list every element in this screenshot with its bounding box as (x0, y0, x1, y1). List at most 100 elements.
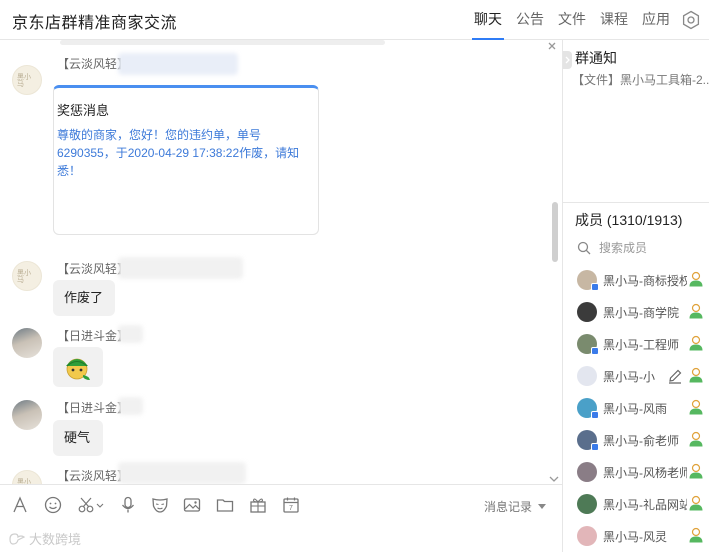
collapse-panel-button[interactable] (563, 51, 572, 69)
chevron-down-icon[interactable] (548, 472, 560, 482)
member-row[interactable]: 黑小马-风杨老师 (577, 460, 705, 484)
sender-id-redacted (118, 462, 246, 484)
member-row[interactable]: 黑小马-礼品网站 (577, 492, 705, 516)
member-role-icon (689, 527, 703, 543)
turtle-emoji-icon (66, 358, 90, 380)
member-role-icon (689, 335, 703, 351)
member-row[interactable]: 黑小马-商标授权 (577, 268, 705, 292)
history-label: 消息记录 (483, 500, 532, 514)
message-bubble[interactable]: 硬气 (53, 420, 103, 456)
message-item: 【日进斗金】 硬气 (0, 394, 540, 464)
message-bubble[interactable]: 作废了 (53, 280, 115, 316)
microphone-icon[interactable] (117, 494, 139, 516)
svg-text:7: 7 (289, 505, 293, 512)
penalty-notice-card[interactable]: 奖惩消息 尊敬的商家，您好！您的违约单，单号6290355，于2020-04-2… (53, 85, 319, 235)
member-row[interactable]: 黑小马-小 (577, 364, 705, 388)
members-count-title: 成员 (1310/1913) (575, 212, 683, 228)
sticker-bubble[interactable] (53, 347, 103, 387)
member-avatar[interactable] (577, 334, 599, 355)
settings-gear-icon[interactable] (679, 0, 703, 40)
avatar[interactable]: 黑小马 (12, 470, 42, 484)
member-role-icon (689, 271, 703, 287)
member-avatar[interactable] (577, 430, 599, 451)
group-title: 京东店群精准商家交流 (12, 15, 178, 32)
watermark: 大数跨境 (8, 529, 81, 548)
message-item: 黑小马 【云淡风轻】 (0, 462, 540, 484)
chat-header: 京东店群精准商家交流 聊天 公告 文件 课程 应用 (0, 0, 709, 40)
member-role-icon (689, 495, 703, 511)
member-name: 黑小马-商学院 (603, 305, 679, 320)
sender-id-redacted (118, 397, 143, 415)
tab-courses[interactable]: 课程 (593, 0, 635, 40)
avatar[interactable]: 黑小马 (12, 261, 42, 291)
member-row[interactable]: 黑小马-风雨 (577, 396, 705, 420)
edit-pencil-icon[interactable] (667, 368, 683, 384)
notice-title: 群通知 (575, 50, 617, 66)
search-icon (577, 241, 591, 254)
notice-item[interactable]: 【文件】黑小马工具箱-2... (572, 71, 709, 88)
chat-message-area[interactable]: 黑小马 【云淡风轻】 奖惩消息 尊敬的商家，您好！您的违约单，单号6290355… (0, 40, 562, 484)
sender-id-redacted (118, 325, 143, 343)
member-row[interactable]: 黑小马-商学院 (577, 300, 705, 324)
watermark-text: 大数跨境 (29, 532, 82, 547)
message-history-button[interactable]: 消息记录 (484, 498, 546, 515)
member-role-icon (689, 303, 703, 319)
search-placeholder: 搜索成员 (599, 241, 648, 255)
message-item: 黑小马 【云淡风轻】 作废了 (0, 250, 540, 320)
member-name: 黑小马-风雨 (603, 401, 667, 416)
folder-icon[interactable] (214, 494, 236, 516)
member-avatar[interactable] (577, 366, 597, 386)
card-title: 奖惩消息 (57, 103, 110, 118)
card-body: 尊敬的商家，您好！您的违约单，单号6290355，于2020-04-29 17:… (57, 128, 300, 178)
member-search-input[interactable]: 搜索成员 (577, 239, 647, 256)
member-role-icon (689, 399, 703, 415)
emoji-icon[interactable] (42, 494, 64, 516)
member-avatar[interactable] (577, 398, 599, 419)
caret-down-icon (538, 503, 546, 509)
tab-apps[interactable]: 应用 (635, 0, 677, 40)
avatar[interactable] (12, 400, 42, 430)
member-role-icon (689, 367, 703, 383)
divider (563, 202, 709, 203)
sender-id-redacted (118, 53, 238, 75)
calendar-icon[interactable]: 7 (280, 494, 302, 516)
chat-scrollbar[interactable] (552, 202, 558, 262)
member-avatar[interactable] (577, 462, 597, 482)
input-toolbar: 7 消息记录 (0, 484, 562, 526)
badge-icon (591, 443, 599, 451)
badge-icon (591, 283, 599, 291)
sender-id-redacted (118, 257, 243, 279)
member-avatar[interactable] (577, 526, 597, 546)
member-avatar[interactable] (577, 494, 597, 514)
member-avatar[interactable] (577, 270, 599, 291)
badge-icon (591, 411, 599, 419)
chevron-right-icon (565, 56, 570, 64)
member-name: 黑小马-工程师 (603, 337, 679, 352)
close-icon[interactable] (546, 40, 558, 52)
image-icon[interactable] (181, 494, 203, 516)
member-row[interactable]: 黑小马-风灵 (577, 524, 705, 548)
member-name: 黑小马-礼品网站 (603, 497, 687, 512)
message-item: 【日进斗金】 (0, 322, 540, 392)
message-item: 黑小马 【云淡风轻】 奖惩消息 尊敬的商家，您好！您的违约单，单号6290355… (0, 40, 540, 240)
tab-chat[interactable]: 聊天 (467, 0, 509, 40)
member-name: 黑小马-风灵 (603, 529, 667, 544)
tab-files[interactable]: 文件 (551, 0, 593, 40)
member-avatar[interactable] (577, 302, 597, 322)
scissors-icon[interactable] (76, 494, 106, 516)
member-role-icon (689, 431, 703, 447)
member-row[interactable]: 黑小马-工程师 (577, 332, 705, 356)
member-name: 黑小马-商标授权 (603, 273, 687, 288)
member-name: 黑小马-俞老师 (603, 433, 679, 448)
member-role-icon (689, 463, 703, 479)
mask-icon[interactable] (149, 494, 171, 516)
avatar[interactable] (12, 328, 42, 358)
avatar[interactable]: 黑小马 (12, 65, 42, 95)
watermark-logo-icon (9, 532, 26, 545)
member-row[interactable]: 黑小马-俞老师 (577, 428, 705, 452)
font-icon[interactable] (9, 494, 31, 516)
badge-icon (591, 347, 599, 355)
tab-announcement[interactable]: 公告 (509, 0, 551, 40)
group-side-panel: 群通知 【文件】黑小马工具箱-2... 成员 (1310/1913) 搜索成员 … (562, 40, 709, 552)
gift-icon[interactable] (247, 494, 269, 516)
